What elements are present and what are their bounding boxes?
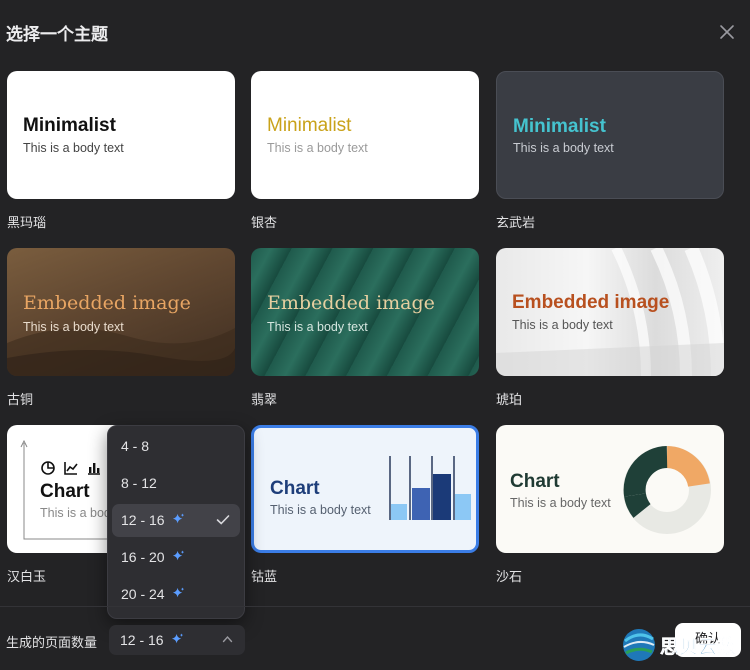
theme-card-title: Minimalist bbox=[513, 116, 606, 137]
dropdown-option[interactable]: 16 - 20 bbox=[112, 541, 240, 574]
confirm-button[interactable]: 确认 bbox=[675, 623, 741, 657]
theme-card-shashi[interactable]: Chart This is a body text bbox=[496, 425, 724, 553]
theme-name-label: 古铜 bbox=[7, 393, 34, 408]
sparkle-icon bbox=[173, 513, 185, 524]
dropdown-option[interactable]: 4 - 8 bbox=[112, 430, 240, 463]
close-icon[interactable] bbox=[716, 21, 738, 43]
theme-card-title: Minimalist bbox=[267, 115, 352, 136]
theme-card-body: This is a body text bbox=[513, 141, 614, 155]
theme-card-title: Embedded image bbox=[512, 292, 670, 313]
page-count-label: 生成的页面数量 bbox=[6, 636, 98, 651]
theme-name-label: 汉白玉 bbox=[7, 570, 47, 585]
bar-chart-icon bbox=[88, 463, 100, 475]
page-count-dropdown: 4 - 8 8 - 12 12 - 16 16 - 20 20 - 24 bbox=[107, 425, 245, 619]
dropdown-option[interactable]: 8 - 12 bbox=[112, 467, 240, 500]
theme-card-title: Minimalist bbox=[23, 115, 116, 136]
sparkle-icon bbox=[172, 633, 184, 644]
theme-card-yinxing[interactable]: Minimalist This is a body text bbox=[251, 71, 479, 199]
theme-card-body: This is a body text bbox=[510, 496, 611, 510]
page-title: 选择一个主题 bbox=[6, 25, 108, 45]
theme-name-label: 玄武岩 bbox=[496, 216, 536, 231]
line-chart-icon bbox=[64, 462, 78, 475]
theme-card-gutong[interactable]: Embedded image This is a body text bbox=[7, 248, 235, 376]
theme-card-heimanao[interactable]: Minimalist This is a body text bbox=[7, 71, 235, 199]
theme-card-title: Chart bbox=[510, 471, 560, 492]
theme-card-body: This is a body text bbox=[267, 320, 368, 334]
theme-card-body: This is a body text bbox=[267, 141, 368, 155]
theme-name-label: 琥珀 bbox=[496, 393, 523, 408]
theme-card-title: Chart bbox=[40, 481, 90, 502]
theme-name-label: 黑玛瑙 bbox=[7, 216, 47, 231]
theme-card-body: This is a body text bbox=[23, 320, 124, 334]
theme-name-label: 翡翠 bbox=[251, 393, 278, 408]
theme-name-label: 钴蓝 bbox=[251, 570, 278, 585]
sparkle-icon bbox=[173, 587, 185, 598]
chevron-up-icon bbox=[222, 635, 233, 643]
dropdown-option-selected[interactable]: 12 - 16 bbox=[112, 504, 240, 537]
bar-chart-illustration bbox=[389, 456, 471, 520]
theme-card-gulan[interactable]: Chart This is a body text bbox=[251, 425, 479, 553]
theme-card-title: Embedded image bbox=[267, 292, 435, 314]
donut-chart-illustration bbox=[623, 446, 711, 534]
check-icon bbox=[216, 515, 230, 525]
theme-name-label: 沙石 bbox=[496, 570, 523, 585]
footer-divider bbox=[0, 606, 750, 607]
theme-card-body: This is a body text bbox=[23, 141, 124, 155]
pie-chart-icon bbox=[41, 461, 55, 475]
theme-card-feicui[interactable]: Embedded image This is a body text bbox=[251, 248, 479, 376]
theme-card-title: Chart bbox=[270, 478, 320, 499]
page-count-select[interactable]: 12 - 16 bbox=[109, 625, 245, 655]
theme-card-hupo[interactable]: Embedded image This is a body text bbox=[496, 248, 724, 376]
theme-card-body: This is a body text bbox=[512, 318, 613, 332]
theme-card-xuanwuyan[interactable]: Minimalist This is a body text bbox=[496, 71, 724, 199]
theme-name-label: 银杏 bbox=[251, 216, 278, 231]
theme-card-body: This is a body text bbox=[270, 503, 371, 517]
page-count-value: 12 - 16 bbox=[120, 632, 164, 648]
theme-card-title: Embedded image bbox=[23, 292, 191, 314]
sparkle-icon bbox=[173, 550, 185, 561]
